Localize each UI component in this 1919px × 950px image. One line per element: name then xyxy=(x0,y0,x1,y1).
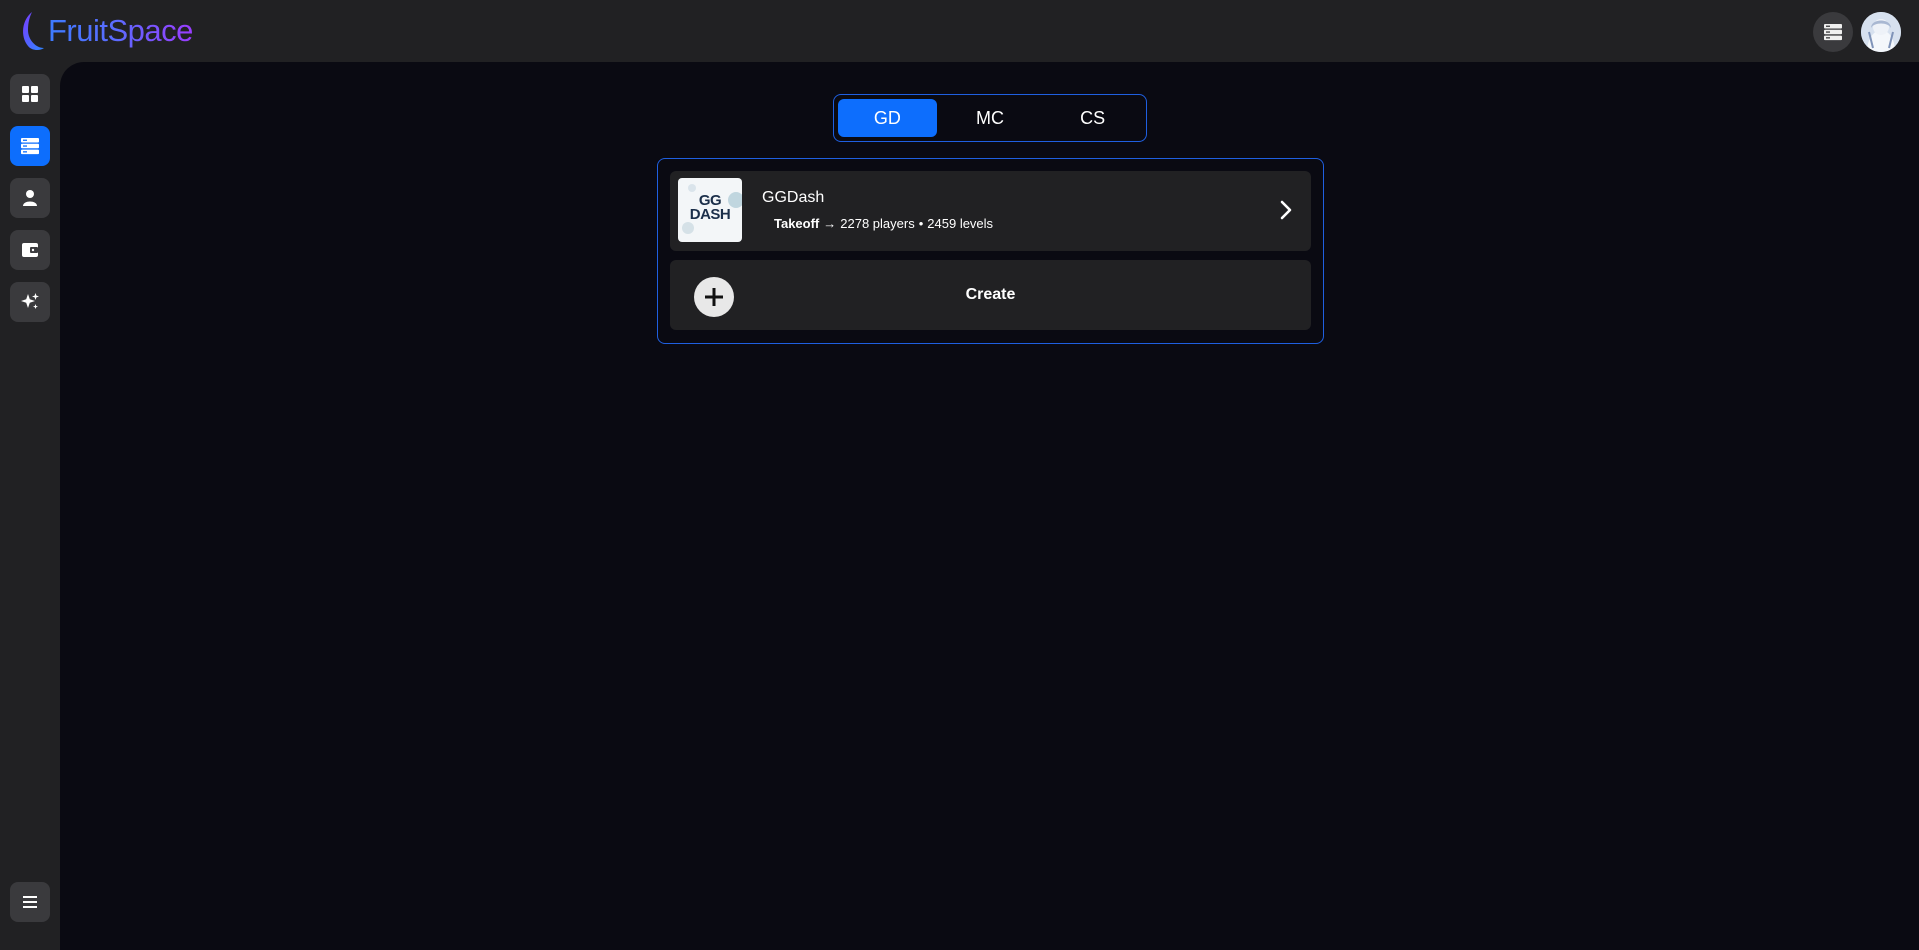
server-thumbnail: GG DASH xyxy=(678,178,742,242)
tab-cs[interactable]: CS xyxy=(1043,99,1142,137)
wallet-icon xyxy=(22,243,38,257)
servers-icon xyxy=(1824,24,1842,41)
server-list-panel: GG DASH GGDash Takeoff → 2278 players • … xyxy=(657,158,1324,344)
create-server-button[interactable]: Create xyxy=(670,260,1311,330)
sidebar-item-profile[interactable] xyxy=(10,178,50,218)
sidebar xyxy=(0,62,60,950)
create-label: Create xyxy=(965,286,1016,303)
info-separator: • xyxy=(918,216,924,231)
server-plan: Takeoff xyxy=(774,216,820,231)
hamburger-menu-icon xyxy=(23,896,37,908)
tab-mc[interactable]: MC xyxy=(941,99,1040,137)
avatar-image xyxy=(1861,12,1901,52)
logo-icon xyxy=(23,12,44,51)
sidebar-item-sparkles[interactable] xyxy=(10,282,50,322)
level-count: 2459 levels xyxy=(927,216,994,231)
sidebar-item-dashboard[interactable] xyxy=(10,74,50,114)
server-name: GGDash xyxy=(762,189,825,206)
top-bar: FruitSpace xyxy=(0,0,1919,62)
plan-arrow: → xyxy=(823,216,837,231)
fruitspace-logo[interactable]: FruitSpace xyxy=(18,10,193,52)
sidebar-menu-button[interactable] xyxy=(10,882,50,922)
sparkles-icon xyxy=(21,293,39,309)
thumbnail-text-line-2: DASH xyxy=(689,206,731,223)
player-count: 2278 players xyxy=(840,216,915,231)
brand-name: FruitSpace xyxy=(48,13,193,48)
tab-gd[interactable]: GD xyxy=(838,99,937,137)
servers-icon xyxy=(21,138,39,155)
server-card-ggdash[interactable]: GG DASH GGDash Takeoff → 2278 players • … xyxy=(670,171,1311,251)
profile-icon xyxy=(23,190,37,206)
chevron-right-icon xyxy=(1280,200,1292,220)
server-info: Takeoff → 2278 players • 2459 levels xyxy=(774,216,993,231)
dashboard-icon xyxy=(22,86,38,102)
user-avatar[interactable] xyxy=(1861,12,1901,52)
sidebar-item-wallet[interactable] xyxy=(10,230,50,270)
game-type-tabs: GD MC CS xyxy=(833,94,1147,142)
main-content: GD MC CS GG DASH GGDash Takeoff → 2278 p xyxy=(60,62,1919,950)
server-list-button[interactable] xyxy=(1813,12,1853,52)
sidebar-item-servers[interactable] xyxy=(10,126,50,166)
thumbnail-text: GG DASH xyxy=(678,193,742,223)
